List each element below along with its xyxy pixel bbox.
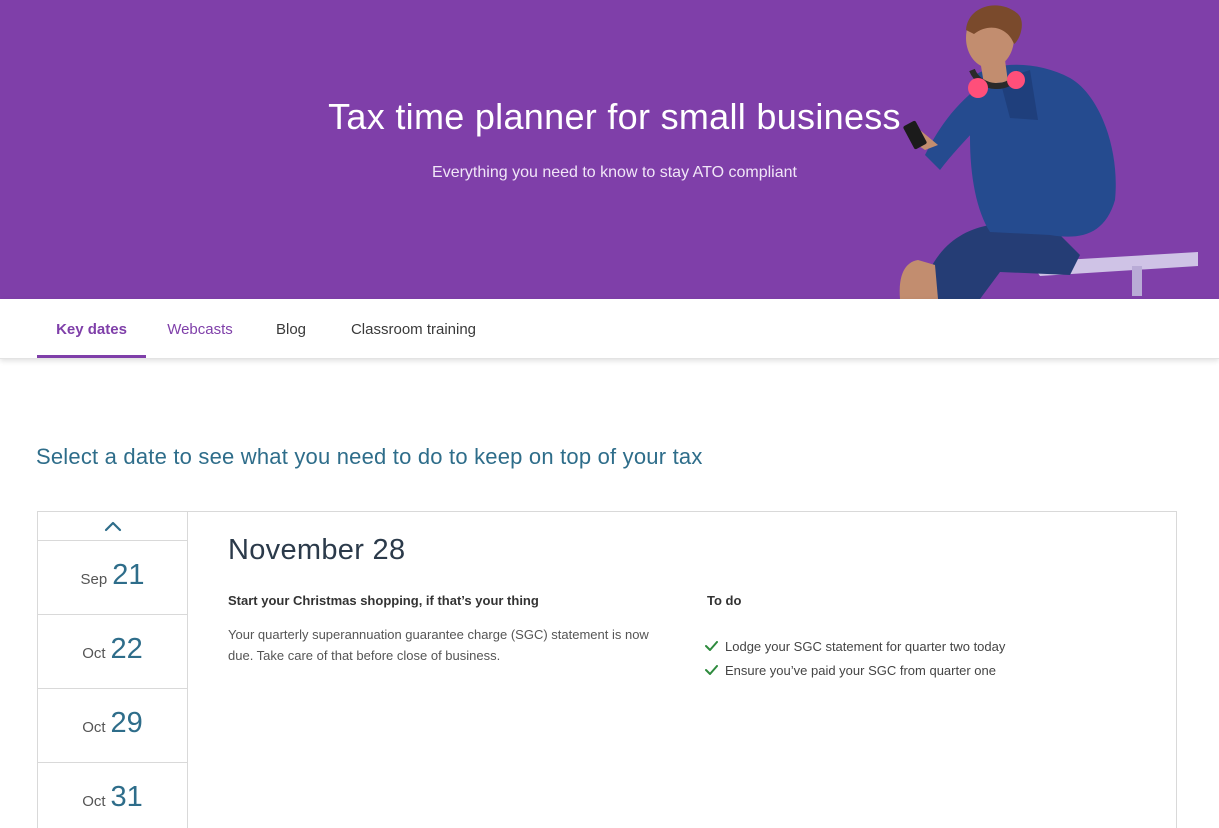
- date-month: Sep: [80, 571, 108, 588]
- todo-item: Lodge your SGC statement for quarter two…: [705, 634, 1005, 658]
- todo-text: Lodge your SGC statement for quarter two…: [725, 638, 1006, 654]
- date-month: Oct: [82, 793, 106, 810]
- tab-webcasts[interactable]: Webcasts: [156, 299, 244, 359]
- date-day: 31: [110, 781, 143, 813]
- date-day: 29: [110, 707, 143, 739]
- tab-bar: Key dates Webcasts Blog Classroom traini…: [0, 299, 1219, 359]
- date-month: Oct: [82, 645, 106, 662]
- date-item-oct-31[interactable]: Oct 31: [38, 763, 187, 828]
- detail-subheading: Start your Christmas shopping, if that’s…: [228, 593, 539, 608]
- detail-body-text: Your quarterly superannuation guarantee …: [228, 627, 649, 663]
- date-month: Oct: [82, 719, 106, 736]
- todo-item: Ensure you’ve paid your SGC from quarter…: [705, 658, 1005, 682]
- tab-blog[interactable]: Blog: [264, 299, 318, 359]
- date-detail-panel: November 28 Start your Christmas shoppin…: [187, 511, 1177, 828]
- section-heading: Select a date to see what you need to do…: [36, 444, 703, 469]
- checkmark-icon: [705, 665, 718, 675]
- todo-label: To do: [707, 593, 742, 608]
- hero-photo: [899, 5, 1198, 299]
- date-item-oct-22[interactable]: Oct 22: [38, 615, 187, 689]
- todo-list: Lodge your SGC statement for quarter two…: [705, 634, 1005, 682]
- tab-classroom-training[interactable]: Classroom training: [337, 299, 490, 359]
- checkmark-icon: [705, 641, 718, 651]
- date-day: 22: [110, 633, 143, 665]
- hero-banner: Tax time planner for small business Ever…: [0, 0, 1219, 299]
- tab-key-dates[interactable]: Key dates: [37, 299, 146, 358]
- date-day: 21: [112, 559, 145, 591]
- chevron-up-icon: [104, 521, 121, 532]
- detail-date-title: November 28: [228, 534, 406, 566]
- date-list: Sep 21 Oct 22 Oct 29 Oct 31: [37, 511, 188, 828]
- todo-text: Ensure you’ve paid your SGC from quarter…: [725, 662, 996, 678]
- scroll-up-button[interactable]: [38, 512, 187, 541]
- date-item-sep-21[interactable]: Sep 21: [38, 541, 187, 615]
- date-item-oct-29[interactable]: Oct 29: [38, 689, 187, 763]
